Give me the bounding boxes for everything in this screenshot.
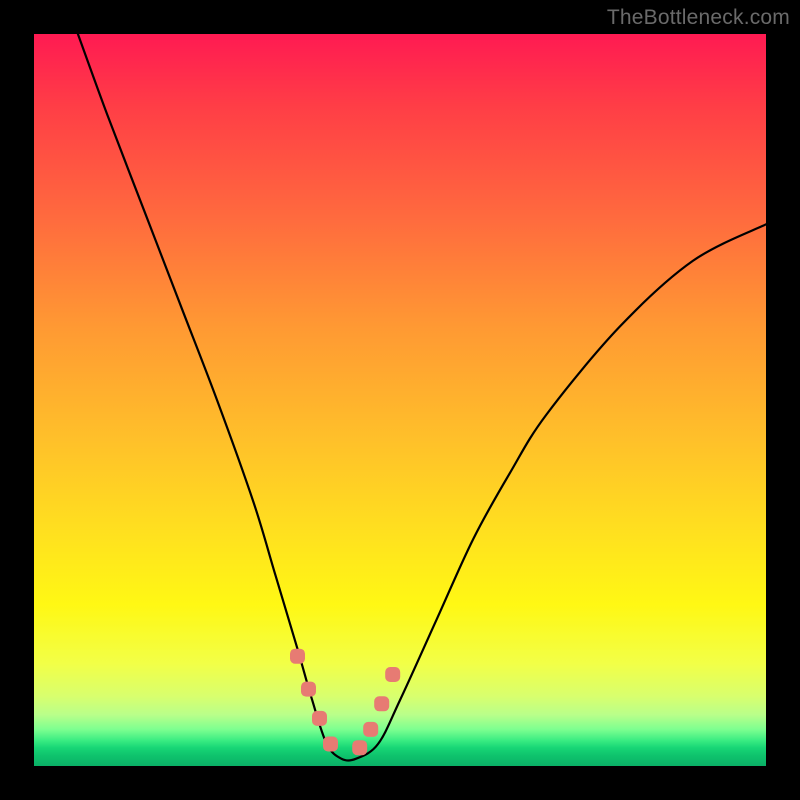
curve-svg xyxy=(34,34,766,766)
marker-point xyxy=(290,649,305,664)
bottleneck-curve-path xyxy=(78,34,766,761)
marker-point xyxy=(352,740,367,755)
marker-point xyxy=(301,682,316,697)
marker-point xyxy=(374,696,389,711)
watermark-text: TheBottleneck.com xyxy=(607,6,790,30)
marker-group xyxy=(290,649,400,756)
marker-point xyxy=(312,711,327,726)
marker-point xyxy=(363,722,378,737)
marker-point xyxy=(323,737,338,752)
marker-point xyxy=(385,667,400,682)
plot-area xyxy=(34,34,766,766)
chart-frame: TheBottleneck.com xyxy=(0,0,800,800)
